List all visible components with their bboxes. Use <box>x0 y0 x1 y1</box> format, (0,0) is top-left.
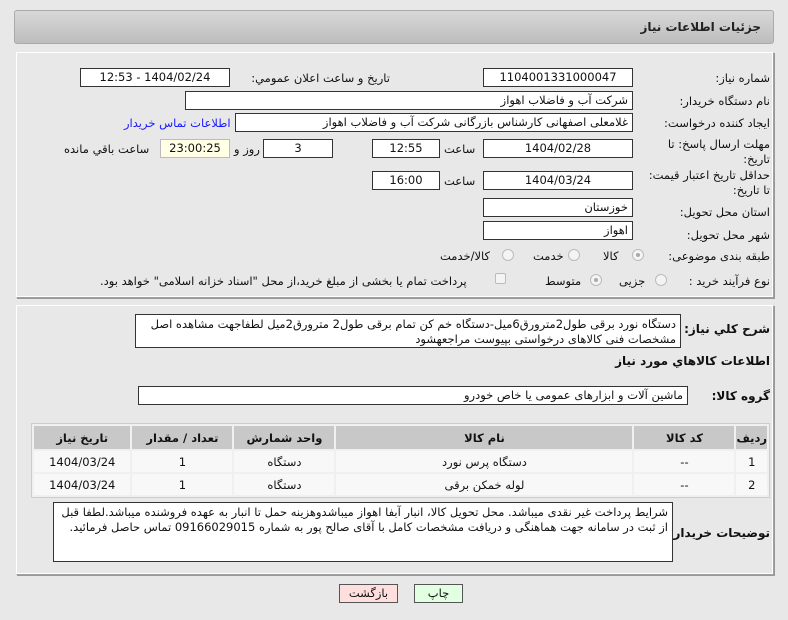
announce-field: 1404/02/24 - 12:53 <box>80 68 230 87</box>
cell-name: دستگاه پرس نورد <box>336 451 633 472</box>
goods-group-label: گروه کالا: <box>711 389 770 403</box>
category-label: طبقه بندی موضوعی: <box>668 249 770 263</box>
table-row: 1 -- دستگاه پرس نورد دستگاه 1 1404/03/24 <box>34 451 767 472</box>
cell-row: 1 <box>736 451 767 472</box>
cell-qty: 1 <box>132 451 233 472</box>
treasury-text: پرداخت تمام یا بخشی از مبلغ خرید،از محل … <box>100 274 467 288</box>
buyer-contact-link[interactable]: اطلاعات تماس خریدار <box>124 116 231 130</box>
cell-qty: 1 <box>132 474 233 495</box>
cell-unit: دستگاه <box>234 451 335 472</box>
creator-label: ایجاد کننده درخواست: <box>664 116 770 130</box>
city-field: اهواز <box>483 221 633 240</box>
days-label: روز و <box>234 142 260 156</box>
validity-label: حداقل تاریخ اعتبار قیمت: <box>648 168 770 182</box>
deadline-date-field: 1404/02/28 <box>483 139 633 158</box>
deadline-label-2: تاریخ: <box>743 152 770 166</box>
process-option-minor: جزیی <box>619 274 646 288</box>
col-unit: واحد شمارش <box>234 426 335 449</box>
cell-unit: دستگاه <box>234 474 335 495</box>
cell-row: 2 <box>736 474 767 495</box>
buyer-notes-textarea[interactable]: شرایط پرداخت غیر نقدی میباشد. محل تحویل … <box>53 502 673 562</box>
buyer-org-field: شرکت آب و فاضلاب اهواز <box>185 91 633 110</box>
cell-code: -- <box>634 474 735 495</box>
process-label: نوع فرآیند خرید : <box>688 274 770 288</box>
validity-date-field: 1404/03/24 <box>483 171 633 190</box>
remaining-time-field: 23:00:25 <box>160 139 230 158</box>
category-radio-service[interactable] <box>568 249 580 261</box>
description-textarea[interactable]: دستگاه نورد برقی طول2مترورق6میل-دستگاه خ… <box>135 314 681 348</box>
page-title: جزئیات اطلاعات نیاز <box>640 20 761 34</box>
deadline-time-field: 12:55 <box>372 139 440 158</box>
category-option-both: کالا/خدمت <box>440 249 491 263</box>
need-number-label: شماره نیاز: <box>715 71 770 85</box>
province-label: استان محل تحویل: <box>679 205 770 219</box>
col-row: ردیف <box>736 426 767 449</box>
process-option-medium: متوسط <box>545 274 582 288</box>
process-radio-medium[interactable] <box>590 274 602 286</box>
days-field: 3 <box>263 139 333 158</box>
announce-label: تاریخ و ساعت اعلان عمومي: <box>251 71 390 85</box>
category-radio-goods[interactable] <box>632 249 644 261</box>
cell-date: 1404/03/24 <box>34 474 131 495</box>
goods-table: ردیف کد کالا نام کالا واحد شمارش تعداد /… <box>31 423 770 498</box>
category-option-service: خدمت <box>533 249 564 263</box>
validity-label-2: تا تاریخ: <box>732 183 770 197</box>
category-radio-both[interactable] <box>502 249 514 261</box>
treasury-checkbox[interactable] <box>495 273 506 284</box>
goods-section-title: اطلاعات کالاهاي مورد نیاز <box>615 354 770 368</box>
creator-field: غلامعلی اصفهانی کارشناس بازرگانی شرکت آب… <box>235 113 633 132</box>
goods-group-field: ماشین آلات و ابزارهای عمومی یا خاص خودرو <box>138 386 688 405</box>
category-option-goods: کالا <box>603 249 619 263</box>
need-number-field: 1104001331000047 <box>483 68 633 87</box>
table-row: 2 -- لوله خمکن برقی دستگاه 1 1404/03/24 <box>34 474 767 495</box>
col-name: نام کالا <box>336 426 633 449</box>
buyer-org-label: نام دستگاه خریدار: <box>679 94 770 108</box>
validity-time-field: 16:00 <box>372 171 440 190</box>
deadline-time-label: ساعت <box>444 142 476 156</box>
back-button[interactable]: بازگشت <box>339 584 398 603</box>
province-field: خوزستان <box>483 198 633 217</box>
cell-code: -- <box>634 451 735 472</box>
col-qty: تعداد / مقدار <box>132 426 233 449</box>
col-date: تاریخ نیاز <box>34 426 131 449</box>
process-radio-minor[interactable] <box>655 274 667 286</box>
cell-date: 1404/03/24 <box>34 451 131 472</box>
validity-time-label: ساعت <box>444 174 476 188</box>
city-label: شهر محل تحویل: <box>686 228 770 242</box>
print-button[interactable]: چاپ <box>414 584 463 603</box>
remaining-label: ساعت باقي مانده <box>64 142 150 156</box>
cell-name: لوله خمکن برقی <box>336 474 633 495</box>
page-header: جزئیات اطلاعات نیاز <box>14 10 774 44</box>
col-code: کد کالا <box>634 426 735 449</box>
deadline-label: مهلت ارسال پاسخ: تا <box>667 137 770 151</box>
description-label: شرح کلي نیاز: <box>684 322 770 336</box>
buyer-notes-label: توضیحات خریدار: <box>668 526 770 540</box>
